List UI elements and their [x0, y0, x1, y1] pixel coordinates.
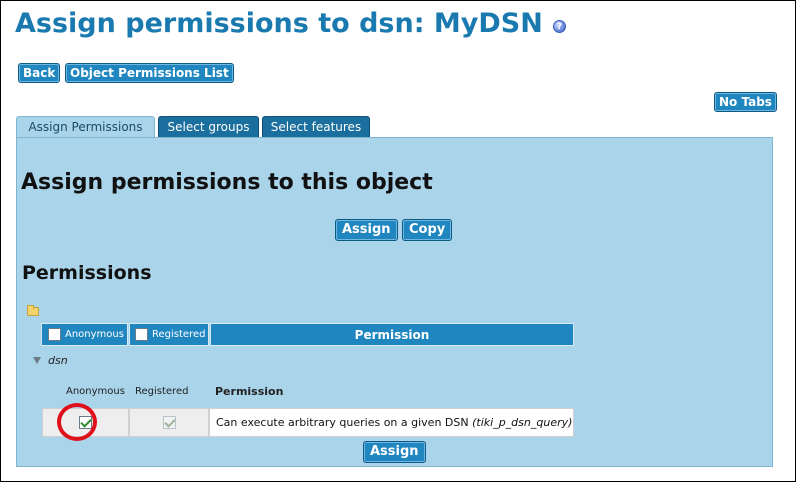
group-name: dsn — [48, 354, 68, 367]
registered-permission-checkbox — [162, 416, 176, 429]
header-registered-label: Registered — [152, 329, 206, 340]
sub-header-registered: Registered — [135, 386, 189, 397]
expand-toggle-icon[interactable] — [33, 357, 41, 364]
permissions-heading: Permissions — [22, 262, 152, 284]
permission-code: (tiki_p_dsn_query) — [472, 416, 573, 429]
page-title-text: Assign permissions to dsn: MyDSN — [15, 8, 543, 39]
assign-button[interactable]: Assign — [335, 219, 398, 241]
page-title: Assign permissions to dsn: MyDSN ? — [15, 8, 566, 39]
tab-select-features[interactable]: Select features — [262, 116, 370, 138]
highlight-circle — [57, 403, 97, 441]
sub-header-permission: Permission — [215, 385, 284, 398]
tab-select-groups[interactable]: Select groups — [158, 116, 259, 138]
select-all-registered-checkbox[interactable] — [135, 328, 148, 341]
bottom-assign-button[interactable]: Assign — [363, 441, 426, 463]
permission-description: Can execute arbitrary queries on a given… — [216, 416, 469, 429]
header-registered[interactable]: Registered — [129, 323, 209, 346]
no-tabs-button[interactable]: No Tabs — [714, 92, 777, 112]
header-permission: Permission — [210, 323, 574, 346]
help-icon[interactable]: ? — [552, 20, 566, 33]
header-anonymous[interactable]: Anonymous — [41, 323, 128, 346]
row-permission-cell: Can execute arbitrary queries on a given… — [209, 408, 574, 437]
assign-heading: Assign permissions to this object — [21, 170, 433, 195]
object-permissions-list-button[interactable]: Object Permissions List — [65, 63, 234, 83]
header-permission-label: Permission — [354, 327, 430, 342]
folder-icon[interactable] — [27, 305, 39, 316]
back-button[interactable]: Back — [18, 63, 61, 83]
row-registered-cell — [129, 408, 209, 437]
sub-header-anonymous: Anonymous — [66, 386, 125, 397]
tab-assign-permissions[interactable]: Assign Permissions — [16, 116, 155, 139]
copy-button[interactable]: Copy — [402, 219, 453, 241]
select-all-anonymous-checkbox[interactable] — [48, 328, 61, 341]
header-anonymous-label: Anonymous — [65, 329, 124, 340]
